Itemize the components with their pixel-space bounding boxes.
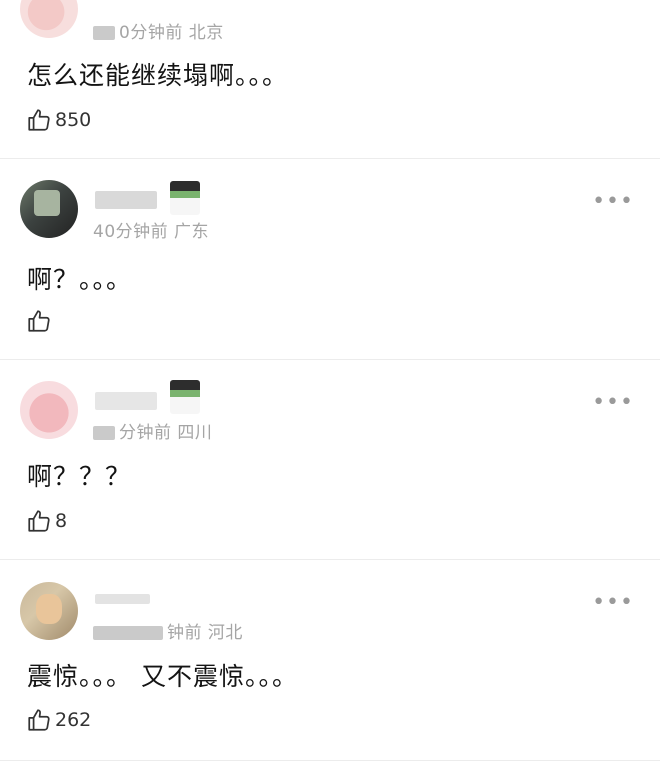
username-blurred[interactable]	[95, 191, 157, 209]
like-count: 262	[55, 709, 92, 731]
avatar[interactable]	[20, 381, 78, 439]
blurred-text	[93, 626, 163, 640]
thumbs-up-icon	[28, 109, 50, 131]
blurred-text	[93, 26, 115, 40]
like-button[interactable]: 262	[26, 706, 91, 734]
thumbs-up-icon	[28, 709, 50, 731]
comment-time: 0分钟前	[119, 23, 183, 43]
comment-time: 40分钟前	[93, 222, 169, 242]
user-badge	[170, 181, 200, 215]
comment-item-1: 0分钟前 北京 怎么还能继续塌啊。。。 850	[0, 0, 660, 158]
comment-time: 分钟前	[119, 423, 172, 443]
comment-location: 河北	[207, 623, 243, 643]
thumbs-up-icon	[28, 510, 50, 532]
like-button[interactable]: 850	[26, 106, 91, 134]
user-badge	[170, 380, 200, 414]
more-options-icon[interactable]: •••	[592, 191, 634, 213]
comment-meta: 40分钟前 广东	[93, 217, 209, 242]
comment-time: 钟前	[167, 623, 202, 643]
comment-location: 广东	[174, 222, 210, 242]
avatar[interactable]	[20, 582, 78, 640]
comment-text: 啊？。。。	[27, 265, 133, 294]
comment-location: 北京	[188, 23, 224, 43]
like-button[interactable]	[26, 307, 55, 335]
username-blurred[interactable]	[95, 594, 150, 604]
comment-item-2: 40分钟前 广东 ••• 啊？。。。	[0, 159, 660, 359]
comment-meta: 分钟前 四川	[93, 418, 212, 443]
more-options-icon[interactable]: •••	[592, 392, 634, 414]
comment-item-3: 分钟前 四川 ••• 啊？？？ 8	[0, 360, 660, 559]
like-button[interactable]: 8	[26, 507, 67, 535]
thumbs-up-icon	[28, 310, 50, 332]
comment-item-4: 钟前 河北 ••• 震惊。。。 又不震惊。。。 262	[0, 560, 660, 760]
avatar[interactable]	[20, 0, 78, 38]
comment-location: 四川	[177, 423, 213, 443]
comment-text: 震惊。。。 又不震惊。。。	[27, 662, 298, 691]
like-count: 8	[55, 510, 68, 532]
username-blurred[interactable]	[95, 392, 157, 410]
comment-meta: 0分钟前 北京	[93, 18, 224, 43]
comment-text: 啊？？？	[27, 462, 132, 491]
avatar[interactable]	[20, 180, 78, 238]
blurred-text	[93, 426, 115, 440]
comment-text: 怎么还能继续塌啊。。。	[27, 61, 289, 90]
divider	[0, 760, 660, 761]
like-count: 850	[55, 109, 92, 131]
more-options-icon[interactable]: •••	[592, 592, 634, 614]
comment-meta: 钟前 河北	[93, 618, 243, 643]
